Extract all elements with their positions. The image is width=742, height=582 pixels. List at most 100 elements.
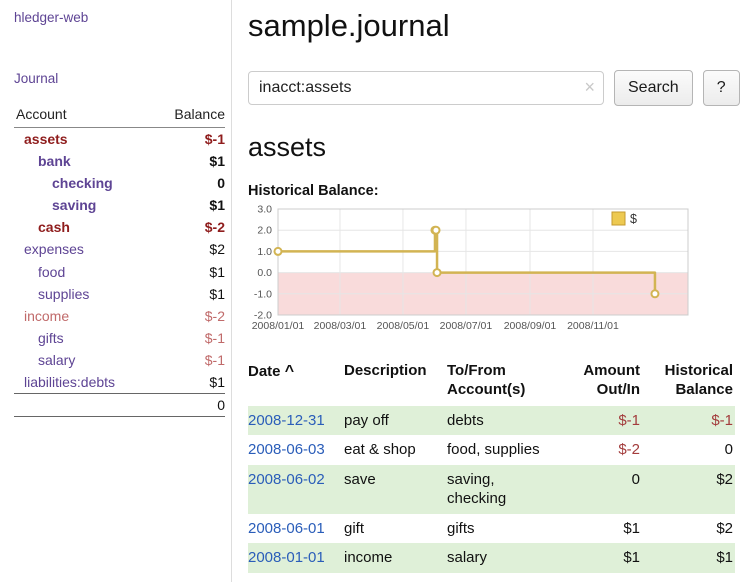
account-balance: $-1 xyxy=(155,128,225,151)
account-balance: $-1 xyxy=(155,349,225,371)
account-row-bank: bank $1 xyxy=(14,150,225,172)
register-header-amount: Amount Out/In xyxy=(563,359,642,406)
account-balance: $-2 xyxy=(155,216,225,238)
svg-text:2008/11/01: 2008/11/01 xyxy=(567,320,619,332)
transaction-balance: $1 xyxy=(642,543,735,573)
transaction-date-link[interactable]: 2008-12-31 xyxy=(248,412,325,429)
register-header-date[interactable]: Date ^ xyxy=(248,359,344,406)
account-balance: $-1 xyxy=(155,327,225,349)
account-heading: assets xyxy=(248,132,735,163)
search-input[interactable] xyxy=(248,71,604,105)
account-link-food[interactable]: food xyxy=(38,264,65,280)
account-row-food: food $1 xyxy=(14,261,225,283)
account-link-income[interactable]: income xyxy=(24,308,69,324)
transaction-description: eat & shop xyxy=(344,435,447,465)
transaction-amount: 0 xyxy=(563,465,642,514)
register-row[interactable]: 2008-06-01 gift gifts $1 $2 xyxy=(248,514,735,544)
register-table: Date ^ Description To/From Account(s) Am… xyxy=(248,359,735,573)
svg-text:3.0: 3.0 xyxy=(257,204,272,216)
transaction-balance: $2 xyxy=(642,465,735,514)
account-balance: $1 xyxy=(155,261,225,283)
transaction-balance: $-1 xyxy=(642,406,735,436)
account-link-checking[interactable]: checking xyxy=(52,175,113,191)
svg-text:-1.0: -1.0 xyxy=(254,288,272,300)
account-link-salary[interactable]: salary xyxy=(38,352,75,368)
register-row[interactable]: 2008-06-02 save saving, checking 0 $2 xyxy=(248,465,735,514)
account-row-cash: cash $-2 xyxy=(14,216,225,238)
transaction-accounts: food, supplies xyxy=(447,435,563,465)
account-row-gifts: gifts $-1 xyxy=(14,327,225,349)
accounts-header-balance: Balance xyxy=(155,104,225,128)
sort-ascending-icon: ^ xyxy=(285,363,294,380)
account-link-cash[interactable]: cash xyxy=(38,219,70,235)
account-row-expenses: expenses $2 xyxy=(14,238,225,260)
help-button[interactable]: ? xyxy=(703,70,740,106)
register-header-balance: Historical Balance xyxy=(642,359,735,406)
svg-text:1.0: 1.0 xyxy=(257,246,272,258)
transaction-amount: $-2 xyxy=(563,435,642,465)
accounts-header-account: Account xyxy=(14,104,155,128)
transaction-accounts: gifts xyxy=(447,514,563,544)
accounts-total-balance: 0 xyxy=(155,394,225,417)
transaction-description: income xyxy=(344,543,447,573)
transaction-date-link[interactable]: 2008-06-01 xyxy=(248,520,325,537)
account-link-liabilities-debts[interactable]: liabilities:debts xyxy=(24,374,115,390)
account-balance: $1 xyxy=(155,194,225,216)
register-row[interactable]: 2008-06-03 eat & shop food, supplies $-2… xyxy=(248,435,735,465)
account-balance: $1 xyxy=(155,283,225,305)
account-link-assets[interactable]: assets xyxy=(24,131,68,147)
account-balance: $2 xyxy=(155,238,225,260)
account-balance: $-2 xyxy=(155,305,225,327)
date-header-label: Date xyxy=(248,363,281,380)
historical-balance-chart: 3.02.01.00.0-1.0-2.02008/01/012008/03/01… xyxy=(248,203,700,345)
svg-text:2008/07/01: 2008/07/01 xyxy=(440,320,493,332)
register-header-row: Date ^ Description To/From Account(s) Am… xyxy=(248,359,735,406)
transaction-date-link[interactable]: 2008-01-01 xyxy=(248,549,325,566)
transaction-description: save xyxy=(344,465,447,514)
account-link-saving[interactable]: saving xyxy=(52,197,96,213)
svg-text:2.0: 2.0 xyxy=(257,225,272,237)
account-link-supplies[interactable]: supplies xyxy=(38,286,89,302)
account-row-liabilities-debts: liabilities:debts $1 xyxy=(14,371,225,394)
transaction-balance: $2 xyxy=(642,514,735,544)
accounts-total-row: 0 xyxy=(14,394,225,417)
transaction-balance: 0 xyxy=(642,435,735,465)
account-row-income: income $-2 xyxy=(14,305,225,327)
clear-search-icon[interactable]: × xyxy=(584,78,595,96)
transaction-amount: $1 xyxy=(563,514,642,544)
account-link-bank[interactable]: bank xyxy=(38,153,71,169)
svg-text:2008/05/01: 2008/05/01 xyxy=(377,320,430,332)
accounts-table-header-row: Account Balance xyxy=(14,104,225,128)
account-balance: $1 xyxy=(155,371,225,394)
accounts-table: Account Balance assets $-1 bank $1 check… xyxy=(14,104,225,417)
transaction-date-link[interactable]: 2008-06-03 xyxy=(248,441,325,458)
register-row[interactable]: 2008-12-31 pay off debts $-1 $-1 xyxy=(248,406,735,436)
transaction-amount: $1 xyxy=(563,543,642,573)
search-button[interactable]: Search xyxy=(614,70,693,106)
register-row[interactable]: 2008-01-01 income salary $1 $1 xyxy=(248,543,735,573)
account-row-saving: saving $1 xyxy=(14,194,225,216)
page-title: sample.journal xyxy=(248,8,735,44)
svg-text:2008/03/01: 2008/03/01 xyxy=(314,320,367,332)
app-title-link[interactable]: hledger-web xyxy=(14,10,225,25)
sidebar-item-journal[interactable]: Journal xyxy=(14,71,225,86)
account-link-expenses[interactable]: expenses xyxy=(24,241,84,257)
transaction-description: pay off xyxy=(344,406,447,436)
transaction-accounts: salary xyxy=(447,543,563,573)
sidebar: hledger-web Journal Account Balance asse… xyxy=(0,0,232,582)
svg-text:$: $ xyxy=(630,212,637,226)
svg-text:2008/01/01: 2008/01/01 xyxy=(252,320,305,332)
account-balance: $1 xyxy=(155,150,225,172)
chart-title: Historical Balance: xyxy=(248,183,735,199)
account-row-checking: checking 0 xyxy=(14,172,225,194)
transaction-description: gift xyxy=(344,514,447,544)
account-link-gifts[interactable]: gifts xyxy=(38,330,64,346)
transaction-date-link[interactable]: 2008-06-02 xyxy=(248,471,325,488)
svg-text:0.0: 0.0 xyxy=(257,267,272,279)
transaction-accounts: saving, checking xyxy=(447,465,563,514)
account-row-salary: salary $-1 xyxy=(14,349,225,371)
account-row-assets: assets $-1 xyxy=(14,128,225,151)
svg-text:2008/09/01: 2008/09/01 xyxy=(504,320,557,332)
account-balance: 0 xyxy=(155,172,225,194)
transaction-amount: $-1 xyxy=(563,406,642,436)
